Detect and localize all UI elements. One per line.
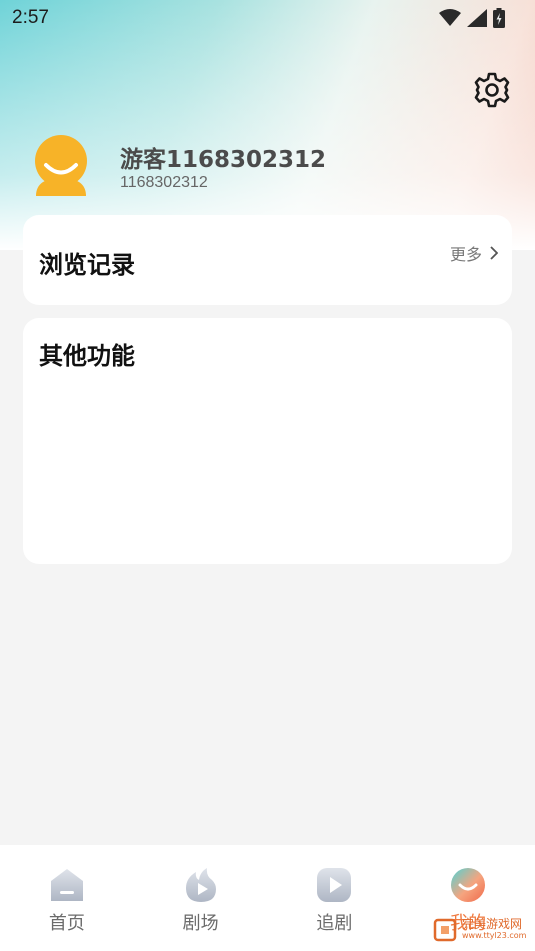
gear-icon <box>474 72 510 108</box>
wifi-icon <box>439 9 461 26</box>
watermark: 完美游戏网 www.ttyl23.com <box>433 912 533 946</box>
other-functions-title: 其他功能 <box>39 342 135 370</box>
username: 游客1168302312 <box>120 147 327 173</box>
profile-icon <box>451 868 486 902</box>
nav-label: 首页 <box>48 913 85 934</box>
settings-button[interactable] <box>472 70 512 110</box>
user-id: 1168302312 <box>120 174 208 191</box>
avatar[interactable] <box>30 134 92 196</box>
browsing-history-title: 浏览记录 <box>39 251 135 279</box>
more-history-link[interactable]: 更多 <box>450 241 498 265</box>
follow-play-icon <box>317 868 352 902</box>
nav-label: 剧场 <box>182 913 219 934</box>
status-icons <box>439 8 505 28</box>
status-time: 2:57 <box>12 7 49 28</box>
nav-item-theater[interactable]: 剧场 <box>134 845 268 951</box>
user-profile[interactable]: 游客1168302312 1168302312 <box>30 134 510 204</box>
header-gradient-background <box>0 0 535 250</box>
nav-item-home[interactable]: 首页 <box>0 845 134 951</box>
cellular-signal-icon <box>467 9 487 27</box>
watermark-logo-icon <box>433 918 457 942</box>
theater-icon <box>185 868 216 902</box>
browsing-history-card: 浏览记录 更多 <box>23 215 512 305</box>
status-bar: 2:57 <box>0 0 535 36</box>
home-icon <box>50 869 83 901</box>
nav-item-follow[interactable]: 追剧 <box>268 845 402 951</box>
watermark-url: www.ttyl23.com <box>462 931 527 940</box>
more-label: 更多 <box>449 245 482 264</box>
other-functions-card: 其他功能 <box>23 318 512 564</box>
nav-label: 追剧 <box>316 913 353 934</box>
battery-icon <box>493 8 505 28</box>
chevron-right-icon <box>490 246 498 260</box>
watermark-text: 完美游戏网 <box>462 917 523 931</box>
